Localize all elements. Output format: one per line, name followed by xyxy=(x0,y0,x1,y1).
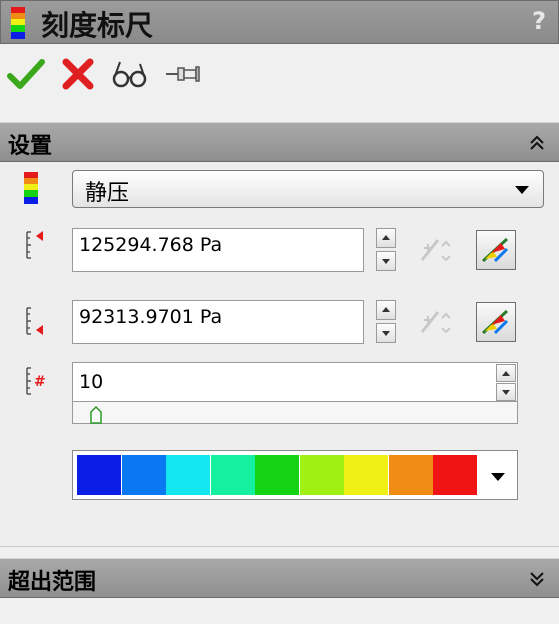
levels-spinner[interactable] xyxy=(496,364,516,404)
spin-down-button[interactable] xyxy=(376,323,396,343)
min-value-icon xyxy=(26,307,43,335)
auto-range-disabled-icon xyxy=(420,311,451,334)
spin-down-button[interactable] xyxy=(376,251,396,271)
levels-slider[interactable] xyxy=(72,402,518,424)
max-value-icon xyxy=(26,231,43,259)
max-value-field[interactable]: 125294.768 Pa xyxy=(72,228,364,272)
settings-panel-title: 设置 xyxy=(8,134,53,159)
settings-panel-body: 静压 125294.768 Pa 92313.9701 Pa # 10 xyxy=(0,162,559,547)
action-toolbar xyxy=(0,44,559,106)
pick-max-button[interactable] xyxy=(476,230,516,270)
palette-swatch xyxy=(210,455,255,495)
svg-text:#: # xyxy=(34,374,46,390)
pushpin-icon[interactable] xyxy=(162,54,202,94)
legend-color-icon xyxy=(24,172,38,204)
out-of-range-panel-title: 超出范围 xyxy=(8,570,97,595)
parameter-select-value: 静压 xyxy=(85,181,130,206)
spin-up-button[interactable] xyxy=(376,300,396,320)
dropdown-arrow-icon xyxy=(515,186,529,194)
settings-panel-header[interactable]: 设置 xyxy=(0,122,559,162)
number-of-levels-icon: # xyxy=(26,367,46,395)
glasses-icon[interactable] xyxy=(110,54,150,94)
levels-field[interactable]: 10 xyxy=(72,362,518,402)
palette-swatch xyxy=(255,455,299,495)
help-button[interactable]: ? xyxy=(532,7,546,35)
spin-down-button[interactable] xyxy=(496,383,516,401)
expand-chevron-icon[interactable] xyxy=(527,569,547,589)
palette-swatch xyxy=(121,455,166,495)
palette-swatch xyxy=(77,455,121,495)
spin-up-button[interactable] xyxy=(376,228,396,248)
color-palette-select[interactable] xyxy=(72,450,518,500)
max-value-spinner[interactable] xyxy=(376,228,396,272)
title-bar: 刻度标尺 ? xyxy=(0,0,559,44)
cancel-x-icon[interactable] xyxy=(58,54,98,94)
min-value-field[interactable]: 92313.9701 Pa xyxy=(72,300,364,344)
palette-swatch xyxy=(433,455,477,495)
color-scale-icon xyxy=(11,7,25,39)
out-of-range-panel-header[interactable]: 超出范围 xyxy=(0,558,559,598)
dropdown-arrow-icon xyxy=(491,473,505,481)
spin-up-button[interactable] xyxy=(496,364,516,382)
parameter-select[interactable]: 静压 xyxy=(72,170,544,208)
collapse-chevron-icon[interactable] xyxy=(527,133,547,153)
palette-swatch xyxy=(344,455,388,495)
palette-swatch xyxy=(388,455,433,495)
auto-range-disabled-icon xyxy=(420,239,451,262)
palette-swatch xyxy=(166,455,210,495)
slider-thumb[interactable] xyxy=(89,406,103,424)
palette-swatch xyxy=(299,455,344,495)
min-value-spinner[interactable] xyxy=(376,300,396,344)
window-title: 刻度标尺 xyxy=(41,9,154,42)
pick-value-icon xyxy=(481,309,509,335)
pick-value-icon xyxy=(481,237,509,263)
pick-min-button[interactable] xyxy=(476,302,516,342)
ok-check-icon[interactable] xyxy=(6,54,46,94)
